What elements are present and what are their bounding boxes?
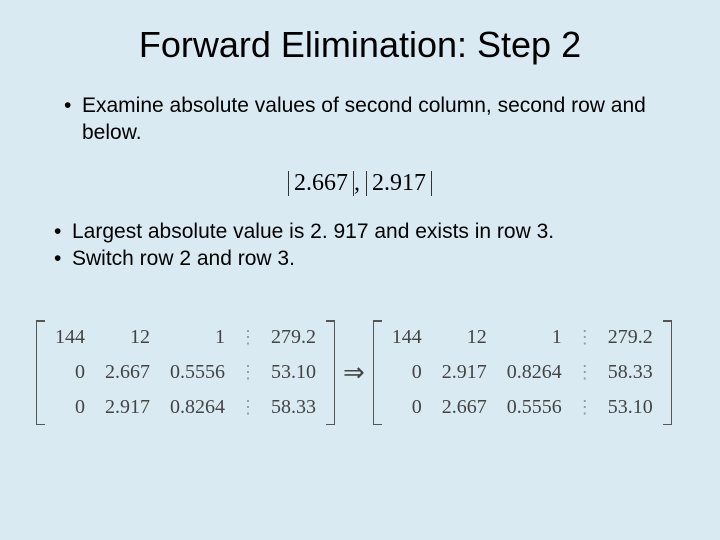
matrix-right-table: 144 12 1 ⋮ 279.2 0 2.917 0.8264 ⋮ 58.33 … — [382, 320, 663, 425]
matrix-cell: 144 — [45, 320, 95, 355]
matrix-cell: 12 — [432, 320, 497, 355]
matrix-cell: 0.5556 — [497, 390, 572, 425]
comma: , — [354, 170, 366, 196]
aug-separator: ⋮ — [235, 355, 261, 390]
aug-separator: ⋮ — [572, 320, 598, 355]
matrix-cell: 144 — [382, 320, 432, 355]
matrix-cell: 2.917 — [95, 390, 160, 425]
bracket-left-open — [36, 320, 45, 425]
matrix-cell: 0 — [382, 355, 432, 390]
matrix-cell: 58.33 — [598, 355, 663, 390]
matrix-transformation: 144 12 1 ⋮ 279.2 0 2.667 0.5556 ⋮ 53.10 … — [36, 320, 690, 425]
abs-val-1: 2.667 — [288, 171, 354, 196]
matrix-cell: 1 — [160, 320, 235, 355]
absolute-value-expression: 2.667, 2.917 — [0, 170, 720, 197]
bullet-group-1: Examine absolute values of second column… — [46, 92, 680, 151]
matrix-row: 0 2.917 0.8264 ⋮ 58.33 — [45, 390, 326, 425]
matrix-row: 0 2.667 0.5556 ⋮ 53.10 — [382, 390, 663, 425]
slide: Forward Elimination: Step 2 Examine abso… — [0, 0, 720, 540]
matrix-cell: 53.10 — [261, 355, 326, 390]
matrix-cell: 279.2 — [261, 320, 326, 355]
matrix-left: 144 12 1 ⋮ 279.2 0 2.667 0.5556 ⋮ 53.10 … — [36, 320, 335, 425]
matrix-cell: 0 — [382, 390, 432, 425]
aug-separator: ⋮ — [572, 355, 598, 390]
matrix-row: 0 2.917 0.8264 ⋮ 58.33 — [382, 355, 663, 390]
aug-separator: ⋮ — [235, 390, 261, 425]
matrix-cell: 0.8264 — [160, 390, 235, 425]
matrix-cell: 12 — [95, 320, 160, 355]
slide-title: Forward Elimination: Step 2 — [0, 24, 720, 66]
aug-separator: ⋮ — [235, 320, 261, 355]
abs-val-2: 2.917 — [366, 171, 432, 196]
matrix-left-table: 144 12 1 ⋮ 279.2 0 2.667 0.5556 ⋮ 53.10 … — [45, 320, 326, 425]
matrix-cell: 0.8264 — [497, 355, 572, 390]
bullet-group-2: Largest absolute value is 2. 917 and exi… — [36, 218, 680, 273]
matrix-cell: 0 — [45, 355, 95, 390]
bracket-right-open — [373, 320, 382, 425]
matrix-cell: 53.10 — [598, 390, 663, 425]
aug-separator: ⋮ — [572, 390, 598, 425]
matrix-cell: 2.667 — [432, 390, 497, 425]
arrow-icon: ⇒ — [335, 358, 373, 388]
bracket-left-close — [326, 320, 335, 425]
bullet-item: Largest absolute value is 2. 917 and exi… — [54, 218, 680, 245]
matrix-row: 144 12 1 ⋮ 279.2 — [382, 320, 663, 355]
matrix-cell: 2.667 — [95, 355, 160, 390]
bracket-right-close — [663, 320, 672, 425]
matrix-cell: 279.2 — [598, 320, 663, 355]
matrix-row: 0 2.667 0.5556 ⋮ 53.10 — [45, 355, 326, 390]
matrix-cell: 0.5556 — [160, 355, 235, 390]
matrix-cell: 2.917 — [432, 355, 497, 390]
matrix-right: 144 12 1 ⋮ 279.2 0 2.917 0.8264 ⋮ 58.33 … — [373, 320, 672, 425]
matrix-row: 144 12 1 ⋮ 279.2 — [45, 320, 326, 355]
matrix-cell: 58.33 — [261, 390, 326, 425]
bullet-item: Examine absolute values of second column… — [64, 92, 680, 147]
matrix-cell: 0 — [45, 390, 95, 425]
bullet-item: Switch row 2 and row 3. — [54, 245, 680, 272]
matrix-cell: 1 — [497, 320, 572, 355]
